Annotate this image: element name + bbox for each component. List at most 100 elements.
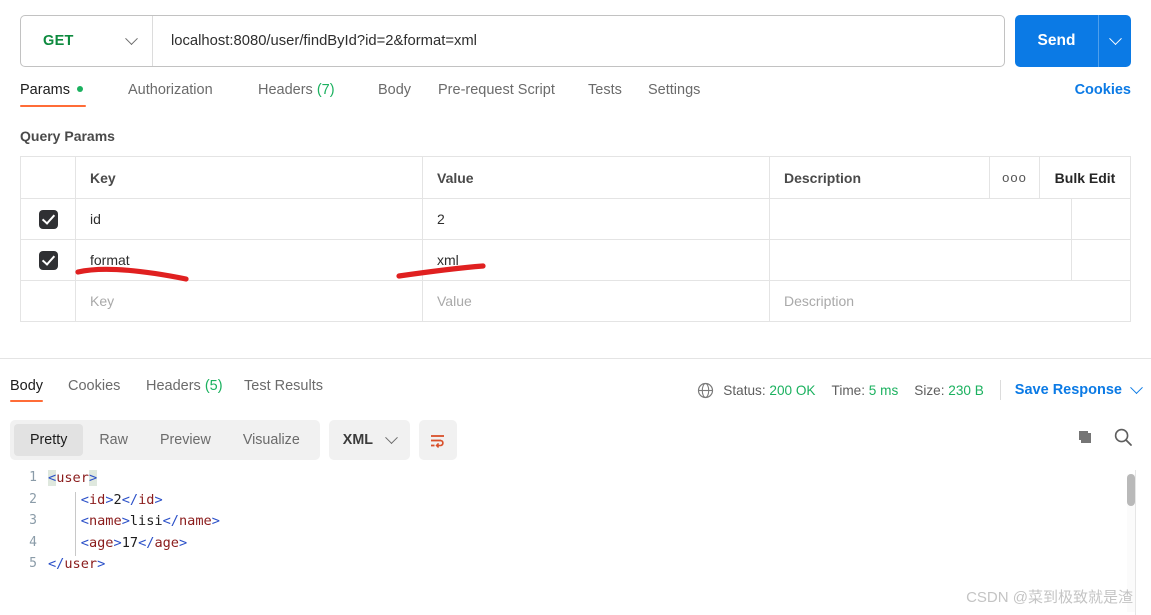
word-wrap-icon	[431, 434, 445, 448]
response-tab-cookies[interactable]: Cookies	[68, 378, 120, 394]
response-meta: Status: 200 OK Time: 5 ms Size: 230 B Sa…	[697, 380, 1143, 400]
chevron-down-icon	[385, 430, 398, 444]
response-tab-headers[interactable]: Headers (5)	[146, 378, 223, 394]
bulk-edit-label: Bulk Edit	[1054, 169, 1116, 186]
chevron-down-icon	[125, 31, 138, 45]
table-row-empty[interactable]: Key Value Description	[21, 281, 1130, 322]
code-line: 1 <user>	[10, 470, 1131, 492]
line-number: 1	[29, 470, 37, 485]
new-param-value-input[interactable]: Value	[423, 281, 770, 321]
header-checkbox-cell	[21, 157, 76, 198]
param-key-value: id	[90, 211, 101, 227]
value-placeholder: Value	[437, 293, 472, 309]
query-params-table: Key Value Description ooo Bulk Edit id 2…	[20, 156, 1131, 322]
table-row[interactable]: id 2	[21, 199, 1130, 240]
word-wrap-button[interactable]	[418, 420, 457, 460]
code-line: 2 <id>2</id>	[10, 492, 1131, 514]
method-selector[interactable]: GET	[21, 16, 153, 66]
line-number: 2	[29, 491, 37, 507]
tab-headers[interactable]: Headers (7)	[258, 82, 335, 98]
save-response-button[interactable]: Save Response	[1015, 380, 1143, 398]
response-tab-body[interactable]: Body	[10, 378, 44, 402]
header-key: Key	[76, 157, 423, 198]
line-number: 4	[29, 534, 37, 550]
code-text: <name>lisi</name>	[80, 513, 220, 529]
code-text: <user>	[48, 470, 98, 486]
view-mode-group: Pretty Raw Preview Visualize	[10, 420, 320, 460]
code-text: <age>17</age>	[80, 534, 188, 551]
row-tail-cell	[1071, 199, 1130, 239]
copy-button[interactable]	[1076, 428, 1095, 452]
param-description-input[interactable]	[770, 240, 1071, 280]
new-param-key-input[interactable]: Key	[76, 281, 423, 321]
param-description-input[interactable]	[770, 199, 1071, 239]
time-label: Time:	[831, 382, 865, 398]
search-icon	[1114, 428, 1132, 446]
request-url-row: GET localhost:8080/user/findById?id=2&fo…	[20, 15, 1131, 67]
param-key-input[interactable]: format	[76, 240, 423, 280]
code-text: <id>2</id>	[80, 491, 163, 508]
description-placeholder: Description	[784, 293, 855, 309]
code-line: 3 <name>lisi</name>	[10, 513, 1131, 535]
code-fold-rail	[75, 492, 76, 556]
modified-dot-icon	[76, 86, 83, 92]
param-key-value: format	[90, 252, 130, 268]
line-number: 3	[29, 513, 37, 528]
format-label: XML	[342, 432, 373, 448]
response-view-toolbar: Pretty Raw Preview Visualize XML	[10, 420, 457, 460]
table-options-button[interactable]: ooo	[989, 157, 1039, 198]
headers-count: (5)	[204, 378, 223, 394]
param-value-input[interactable]: xml	[423, 240, 770, 280]
header-description: Description	[784, 169, 862, 186]
table-row[interactable]: format xml	[21, 240, 1130, 281]
url-input[interactable]: localhost:8080/user/findById?id=2&format…	[153, 33, 1004, 49]
cookies-link[interactable]: Cookies	[1075, 82, 1131, 98]
row-tail-cell	[1071, 240, 1130, 280]
tab-label: Headers	[258, 82, 313, 98]
view-mode-raw[interactable]: Raw	[83, 424, 144, 456]
send-options-button[interactable]	[1099, 15, 1131, 67]
active-tab-underline	[20, 104, 86, 107]
more-options-icon: ooo	[1002, 170, 1027, 185]
tab-label: Body	[10, 378, 44, 394]
view-mode-visualize[interactable]: Visualize	[227, 424, 316, 456]
time-meta: Time: 5 ms	[832, 383, 899, 398]
code-scroll-track-line	[1135, 470, 1136, 615]
line-number: 5	[29, 556, 37, 571]
tab-tests[interactable]: Tests	[588, 82, 622, 98]
search-button[interactable]	[1113, 427, 1133, 452]
url-bar: GET localhost:8080/user/findById?id=2&fo…	[20, 15, 1005, 67]
code-scrollbar-thumb[interactable]	[1127, 474, 1135, 506]
tab-label: Headers	[146, 378, 201, 394]
chevron-down-icon	[1130, 380, 1143, 394]
row-checkbox[interactable]	[21, 199, 76, 239]
view-mode-pretty[interactable]: Pretty	[14, 424, 84, 456]
tab-pre-request-script[interactable]: Pre-request Script	[438, 82, 555, 98]
tab-authorization[interactable]: Authorization	[128, 82, 213, 98]
row-checkbox-empty[interactable]	[21, 281, 76, 321]
status-label: Status:	[723, 382, 766, 398]
response-tab-test-results[interactable]: Test Results	[244, 378, 323, 394]
checkbox-checked-icon	[38, 209, 58, 229]
param-value-input[interactable]: 2	[423, 199, 770, 239]
bulk-edit-button[interactable]: Bulk Edit	[1039, 157, 1130, 198]
param-value-value: 2	[437, 211, 445, 227]
response-body-code[interactable]: 1 <user> 2 <id>2</id> 3 <name>lisi</name> 4 …	[10, 470, 1131, 610]
format-selector[interactable]: XML	[328, 420, 410, 460]
tab-params[interactable]: Params	[20, 82, 86, 107]
method-label: GET	[43, 33, 74, 49]
active-tab-underline	[10, 399, 44, 402]
copy-icon	[1079, 430, 1091, 443]
time-value: 5 ms	[868, 382, 899, 398]
code-text: </user>	[48, 556, 106, 572]
new-param-description-input[interactable]: Description	[770, 281, 1130, 321]
param-key-input[interactable]: id	[76, 199, 423, 239]
headers-count: (7)	[316, 82, 335, 98]
response-action-buttons	[1076, 427, 1133, 452]
tab-settings[interactable]: Settings	[648, 82, 700, 98]
row-checkbox[interactable]	[21, 240, 76, 280]
status-meta: Status: 200 OK	[723, 383, 815, 398]
send-button[interactable]: Send	[1015, 15, 1098, 67]
view-mode-preview[interactable]: Preview	[144, 424, 227, 456]
tab-body[interactable]: Body	[378, 82, 411, 98]
